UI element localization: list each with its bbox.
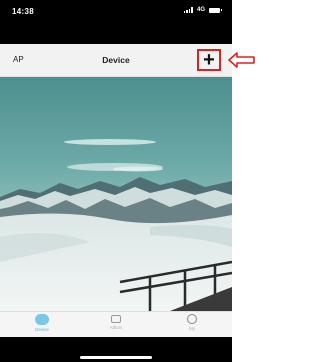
user-icon bbox=[187, 314, 197, 324]
tab-album[interactable]: Album bbox=[96, 314, 136, 330]
pointer-arrow-icon bbox=[228, 52, 255, 68]
tab-device[interactable]: Device bbox=[22, 314, 62, 332]
signal-icon bbox=[183, 7, 193, 13]
status-indicators: 4G bbox=[183, 7, 222, 13]
nav-bar: AP Device + bbox=[0, 44, 232, 77]
home-area bbox=[0, 337, 232, 362]
battery-icon bbox=[209, 7, 222, 13]
camera-preview-image bbox=[0, 77, 232, 311]
tab-my[interactable]: My bbox=[172, 314, 212, 331]
tab-bar: Device Album My bbox=[0, 311, 232, 338]
tab-label: My bbox=[189, 326, 195, 331]
tab-label: Device bbox=[35, 327, 49, 332]
status-time: 14:38 bbox=[12, 7, 34, 16]
album-icon bbox=[111, 315, 121, 323]
camera-icon bbox=[35, 314, 49, 325]
phone-screen: 14:38 4G AP Device + Device Album My bbox=[0, 0, 232, 362]
network-label: 4G bbox=[196, 7, 205, 13]
plus-icon: + bbox=[203, 49, 215, 71]
tab-label: Album bbox=[109, 325, 123, 330]
status-bar: 14:38 4G bbox=[0, 0, 232, 44]
add-device-button[interactable]: + bbox=[197, 49, 221, 71]
home-indicator bbox=[80, 356, 152, 359]
